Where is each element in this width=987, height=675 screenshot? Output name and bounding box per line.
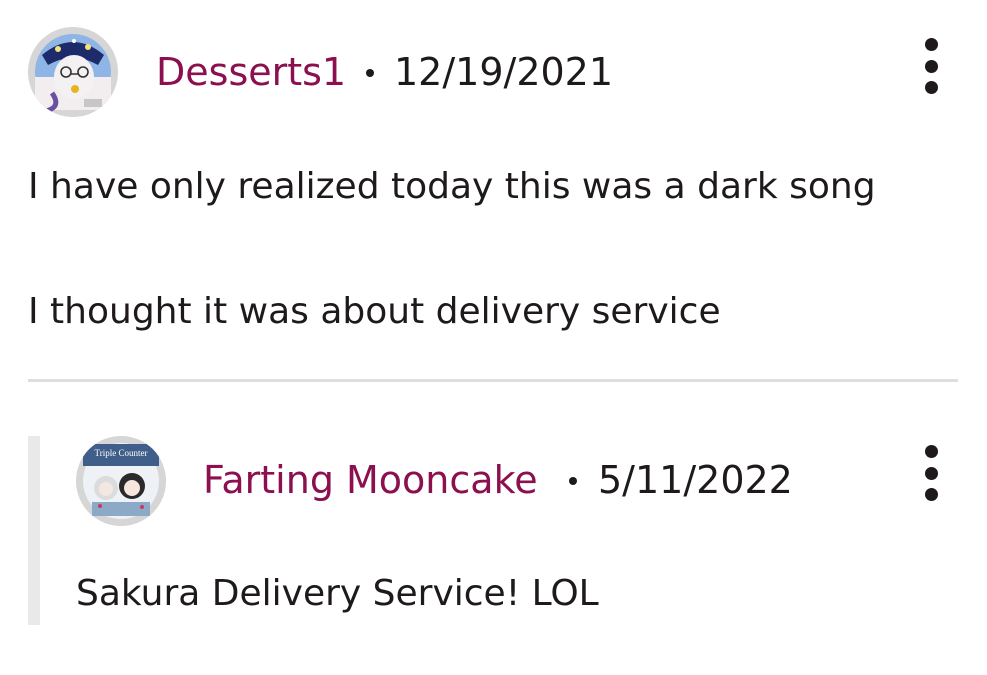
more-vertical-icon	[924, 445, 938, 458]
separator-dot	[569, 477, 577, 485]
more-vertical-icon-dot	[924, 59, 938, 73]
avatar-text: Triple Counter	[95, 448, 148, 458]
more-vertical-icon	[924, 38, 938, 51]
reply-text: Sakura Delivery Service! LOL	[76, 573, 599, 614]
reply-more-options-button[interactable]	[916, 445, 946, 501]
more-options-button[interactable]	[916, 38, 946, 94]
avatar-desserts1-icon[interactable]	[28, 27, 118, 117]
more-vertical-icon-dot	[924, 466, 938, 480]
comment-date: 12/19/2021	[394, 50, 614, 94]
comment-divider	[28, 379, 958, 382]
reply-date: 5/11/2022	[598, 458, 793, 502]
comment-text-line: I thought it was about delivery service	[28, 291, 721, 332]
separator-dot	[366, 69, 374, 77]
more-vertical-icon-dot	[924, 81, 938, 94]
avatar-farting-mooncake-icon[interactable]: Triple Counter	[76, 436, 166, 526]
comment-text-line: I have only realized today this was a da…	[28, 166, 876, 207]
comment-author[interactable]: Desserts1	[156, 53, 346, 91]
more-vertical-icon-dot	[924, 488, 938, 501]
reply-thread-rail	[28, 436, 40, 625]
reply-author[interactable]: Farting Mooncake	[203, 461, 538, 499]
